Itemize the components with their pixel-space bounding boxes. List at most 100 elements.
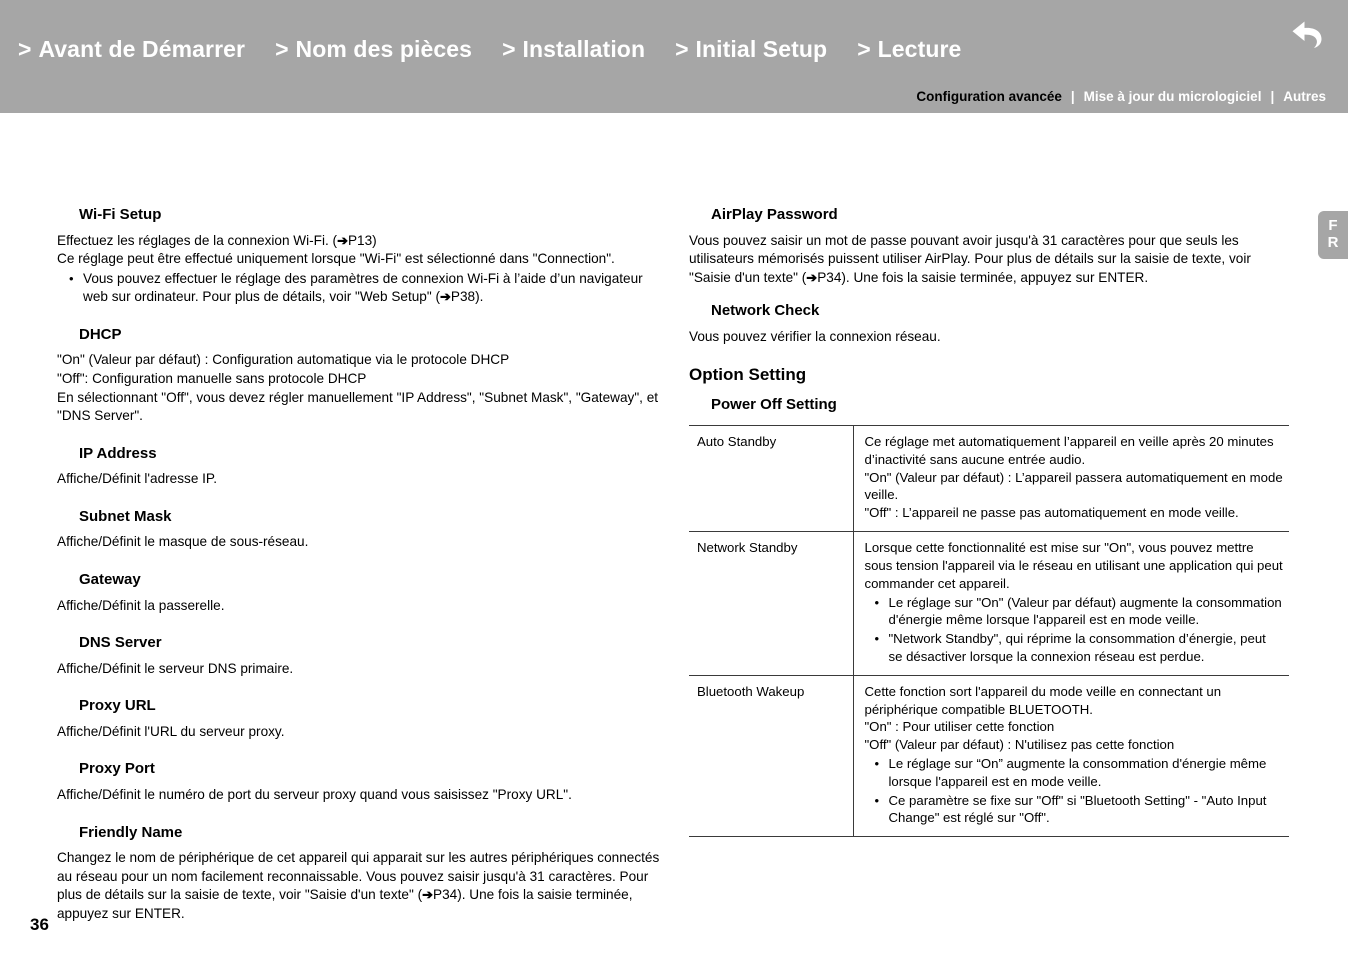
breadcrumb-label: Avant de Démarrer bbox=[38, 36, 246, 62]
arrow-right-icon: ➔ bbox=[439, 289, 451, 305]
wifi-setup-bullet-text: Vous pouvez effectuer le réglage des par… bbox=[83, 270, 643, 305]
fr-tab-line-1: F bbox=[1328, 217, 1338, 235]
power-off-setting-table: Auto Standby Ce réglage met automatiquem… bbox=[689, 425, 1289, 838]
language-tab-fr: F R bbox=[1318, 211, 1348, 259]
table-cell-label: Bluetooth Wakeup bbox=[689, 675, 854, 838]
heading-proxy-url: Proxy URL bbox=[79, 697, 156, 715]
desc-line: "On" (Valeur par défaut) : L’appareil pa… bbox=[864, 469, 1283, 503]
network-check-body: Vous pouvez vérifier la connexion réseau… bbox=[689, 328, 941, 344]
table-cell-label: Auto Standby bbox=[689, 425, 854, 533]
list-item: Le réglage sur “On” augmente la consomma… bbox=[875, 755, 1284, 791]
section-gateway: Gateway Affiche/Définit la passerelle. bbox=[57, 570, 667, 615]
section-ip-address: IP Address Affiche/Définit l'adresse IP. bbox=[57, 444, 667, 489]
dhcp-line-3: En sélectionnant "Off", vous devez régle… bbox=[57, 389, 659, 424]
table-cell-description: Lorsque cette fonctionnalité est mise su… bbox=[853, 531, 1289, 676]
desc-line: "Off" (Valeur par défaut) : N'utilisez p… bbox=[864, 737, 1175, 753]
heading-ip-address: IP Address bbox=[79, 444, 157, 462]
header-bar: > Avant de Démarrer > Nom des pièces > I… bbox=[0, 0, 1348, 113]
breadcrumb-item-initial-setup[interactable]: > Initial Setup bbox=[675, 38, 827, 61]
breadcrumb-item-nom-des-pieces[interactable]: > Nom des pièces bbox=[275, 38, 472, 61]
wifi-setup-bullet-ref: P38). bbox=[450, 289, 484, 305]
section-subnet-mask: Subnet Mask Affiche/Définit le masque de… bbox=[57, 507, 667, 552]
breadcrumb-item-installation[interactable]: > Installation bbox=[502, 38, 645, 61]
table-row: Bluetooth Wakeup Cette fonction sort l'a… bbox=[689, 675, 1289, 838]
chevron-right-icon: > bbox=[857, 36, 871, 62]
desc-line: Ce réglage met automatiquement l’apparei… bbox=[864, 434, 1274, 467]
dns-server-body: Affiche/Définit le serveur DNS primaire. bbox=[57, 660, 294, 676]
heading-dhcp: DHCP bbox=[79, 325, 122, 343]
section-airplay-password: AirPlay Password Vous pouvez saisir un m… bbox=[689, 205, 1289, 287]
breadcrumb-item-lecture[interactable]: > Lecture bbox=[857, 38, 961, 61]
airplay-password-body-ref: P34). Une fois la saisie terminée, appuy… bbox=[817, 269, 1149, 285]
wifi-setup-bullets: Vous pouvez effectuer le réglage des par… bbox=[57, 270, 667, 307]
section-network-check: Network Check Vous pouvez vérifier la co… bbox=[689, 301, 1289, 346]
list-item: Le réglage sur "On" (Valeur par défaut) … bbox=[875, 594, 1284, 630]
wifi-setup-line1-text: Effectuez les réglages de la connexion W… bbox=[57, 232, 338, 248]
dhcp-line-2: "Off": Configuration manuelle sans proto… bbox=[57, 371, 367, 387]
wifi-setup-line-2: Ce réglage peut être effectué uniquement… bbox=[57, 251, 615, 267]
heading-option-setting: Option Setting bbox=[689, 365, 807, 385]
desc-bullets: Le réglage sur “On” augmente la consomma… bbox=[865, 755, 1284, 827]
breadcrumb-label: Lecture bbox=[877, 36, 962, 62]
chevron-right-icon: > bbox=[18, 36, 32, 62]
list-item: Vous pouvez effectuer le réglage des par… bbox=[69, 270, 667, 307]
wifi-setup-line1-ref: P13) bbox=[347, 232, 377, 248]
desc-line: "On" : Pour utiliser cette fonction bbox=[864, 719, 1055, 735]
chevron-right-icon: > bbox=[502, 36, 516, 62]
dhcp-line-1: "On" (Valeur par défaut) : Configuration… bbox=[57, 352, 510, 368]
arrow-right-icon: ➔ bbox=[337, 232, 348, 248]
breadcrumb-label: Nom des pièces bbox=[295, 36, 473, 62]
heading-friendly-name: Friendly Name bbox=[79, 823, 183, 841]
heading-airplay-password: AirPlay Password bbox=[711, 206, 838, 223]
proxy-url-body: Affiche/Définit l'URL du serveur proxy. bbox=[57, 723, 285, 739]
subnav-item-autres[interactable]: Autres bbox=[1283, 89, 1326, 104]
breadcrumb-item-avant-de-demarrer[interactable]: > Avant de Démarrer bbox=[18, 38, 245, 61]
wifi-setup-line-1: Effectuez les réglages de la connexion W… bbox=[57, 232, 667, 251]
fr-tab-line-2: R bbox=[1327, 234, 1339, 251]
ip-address-body: Affiche/Définit l'adresse IP. bbox=[57, 471, 218, 487]
desc-line: Lorsque cette fonctionnalité est mise su… bbox=[864, 540, 1283, 591]
breadcrumb-label: Initial Setup bbox=[695, 36, 828, 62]
section-friendly-name: Friendly Name Changez le nom de périphér… bbox=[57, 823, 667, 924]
heading-proxy-port: Proxy Port bbox=[79, 760, 155, 778]
arrow-right-icon: ➔ bbox=[422, 887, 434, 903]
page-number: 36 bbox=[30, 915, 49, 934]
gateway-body: Affiche/Définit la passerelle. bbox=[57, 597, 225, 613]
return-arrow-icon[interactable] bbox=[1288, 12, 1332, 56]
subnav-item-mise-a-jour-du-micrologiciel[interactable]: Mise à jour du micrologiciel bbox=[1084, 89, 1262, 104]
chevron-right-icon: > bbox=[275, 36, 289, 62]
section-proxy-port: Proxy Port Affiche/Définit le numéro de … bbox=[57, 759, 667, 804]
subnav-separator: | bbox=[1070, 89, 1075, 104]
sub-navigation: Configuration avancée | Mise à jour du m… bbox=[916, 89, 1326, 104]
subnav-separator: | bbox=[1270, 89, 1275, 104]
heading-power-off-setting: Power Off Setting bbox=[711, 395, 837, 413]
table-row: Network Standby Lorsque cette fonctionna… bbox=[689, 531, 1289, 676]
table-cell-description: Ce réglage met automatiquement l’apparei… bbox=[853, 425, 1289, 533]
heading-wifi-setup: Wi-Fi Setup bbox=[79, 206, 162, 223]
desc-bullets: Le réglage sur "On" (Valeur par défaut) … bbox=[865, 594, 1284, 666]
arrow-right-icon: ➔ bbox=[806, 269, 818, 285]
desc-line: Cette fonction sort l'appareil du mode v… bbox=[864, 683, 1222, 717]
heading-network-check: Network Check bbox=[711, 302, 820, 320]
heading-subnet-mask: Subnet Mask bbox=[79, 507, 172, 525]
subnav-item-configuration-avancee[interactable]: Configuration avancée bbox=[916, 89, 1062, 104]
section-proxy-url: Proxy URL Affiche/Définit l'URL du serve… bbox=[57, 696, 667, 741]
breadcrumb: > Avant de Démarrer > Nom des pièces > I… bbox=[18, 38, 991, 61]
left-content-column: Wi-Fi Setup Effectuez les réglages de la… bbox=[57, 205, 667, 941]
breadcrumb-label: Installation bbox=[522, 36, 646, 62]
list-item: "Network Standby", qui réprime la consom… bbox=[875, 630, 1284, 666]
friendly-name-body: Changez le nom de périphérique de cet ap… bbox=[57, 849, 667, 923]
table-row: Auto Standby Ce réglage met automatiquem… bbox=[689, 425, 1289, 533]
heading-gateway: Gateway bbox=[79, 571, 141, 589]
section-option-setting: Option Setting Power Off Setting Auto St… bbox=[689, 364, 1289, 838]
section-wifi-setup: Wi-Fi Setup Effectuez les réglages de la… bbox=[57, 205, 667, 307]
table-cell-label: Network Standby bbox=[689, 531, 854, 676]
subnet-mask-body: Affiche/Définit le masque de sous-réseau… bbox=[57, 534, 309, 550]
right-content-column: AirPlay Password Vous pouvez saisir un m… bbox=[689, 205, 1289, 838]
section-dns-server: DNS Server Affiche/Définit le serveur DN… bbox=[57, 633, 667, 678]
heading-dns-server: DNS Server bbox=[79, 634, 162, 652]
list-item: Ce paramètre se fixe sur "Off" si "Bluet… bbox=[875, 792, 1284, 828]
desc-line: "Off" : L’appareil ne passe pas automati… bbox=[864, 505, 1239, 521]
section-dhcp: DHCP "On" (Valeur par défaut) : Configur… bbox=[57, 325, 667, 426]
proxy-port-body: Affiche/Définit le numéro de port du ser… bbox=[57, 786, 572, 802]
